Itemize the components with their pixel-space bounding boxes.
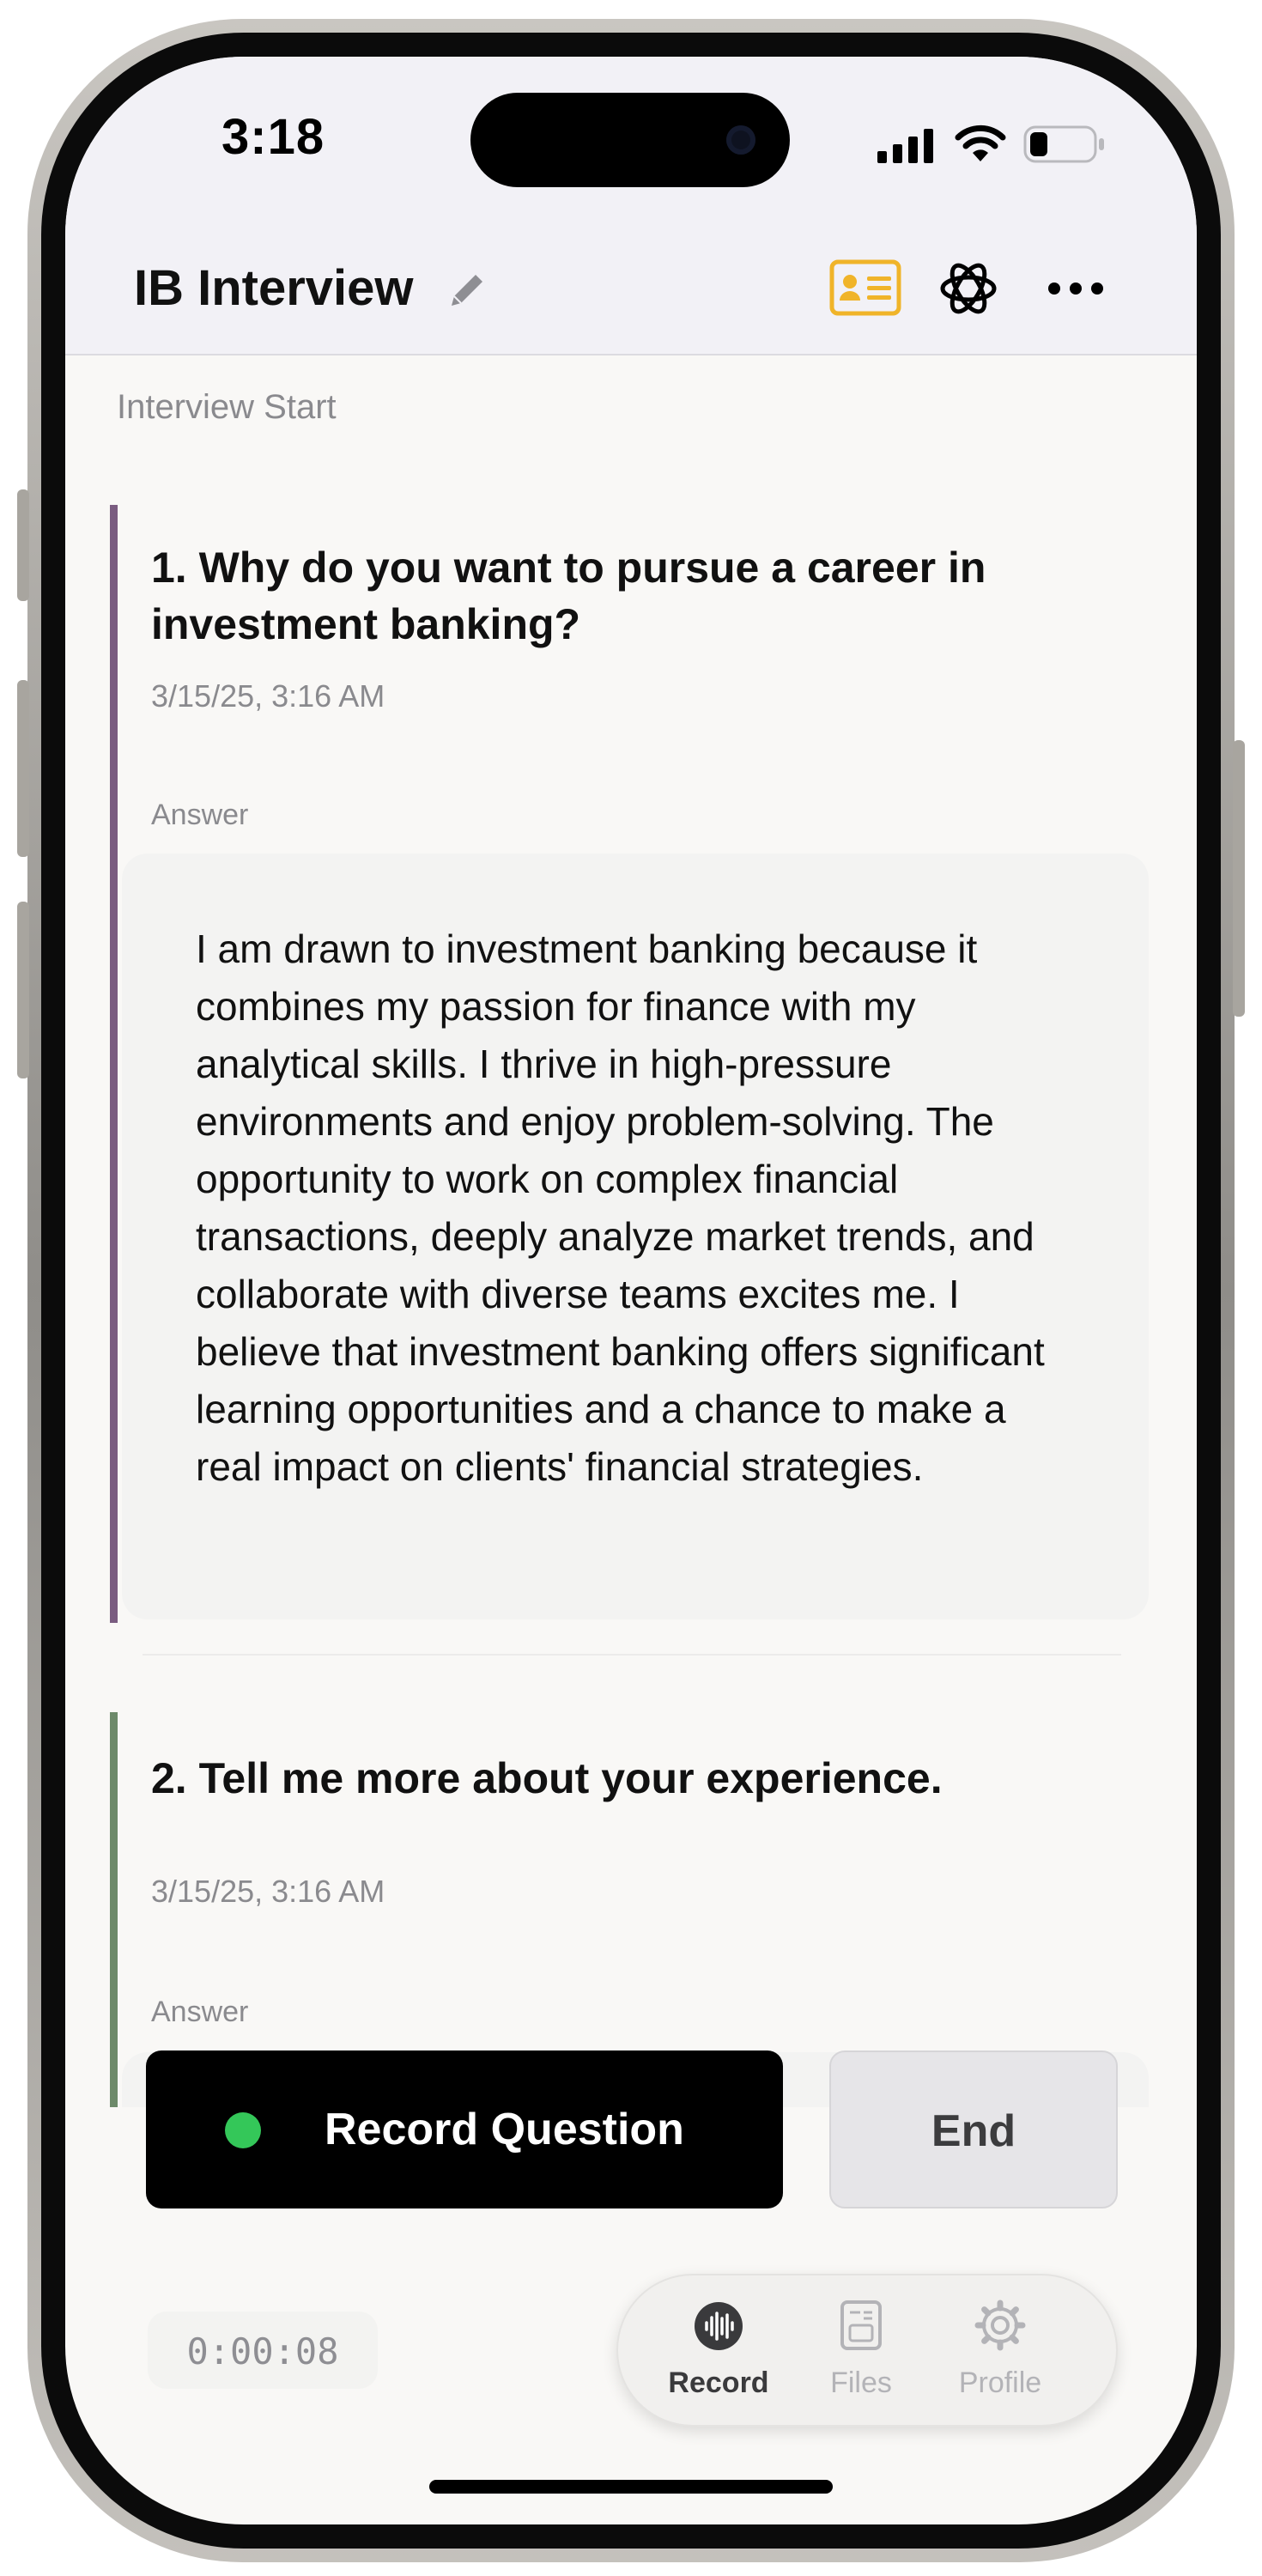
openai-logo-icon[interactable] xyxy=(937,258,999,319)
question-timestamp: 3/15/25, 3:16 AM xyxy=(151,678,385,714)
volume-up-button xyxy=(17,680,29,857)
answer-label: Answer xyxy=(151,1996,249,2028)
wifi-icon xyxy=(955,125,1006,161)
record-question-label: Record Question xyxy=(325,2105,684,2154)
volume-down-button xyxy=(17,902,29,1078)
tab-bar: Record Files Profile xyxy=(616,2274,1118,2427)
conversation-list[interactable]: Interview Start 1. Why do you want to pu… xyxy=(65,355,1197,2107)
battery-icon xyxy=(1023,125,1104,163)
page-title: IB Interview xyxy=(134,260,414,316)
answer-card: I am drawn to investment banking because… xyxy=(122,854,1149,1619)
question-accent-bar xyxy=(110,505,118,1623)
answer-text: I am drawn to investment banking because… xyxy=(196,927,1045,1489)
question-timestamp: 3/15/25, 3:16 AM xyxy=(151,1874,385,1909)
elapsed-time-text: 0:00:08 xyxy=(186,2330,339,2372)
power-button xyxy=(1233,740,1245,1017)
elapsed-timer: 0:00:08 xyxy=(148,2312,378,2389)
tab-profile-label: Profile xyxy=(958,2366,1042,2399)
waveform-icon xyxy=(695,2302,743,2350)
interview-start-label: Interview Start xyxy=(117,388,337,426)
tab-files-label: Files xyxy=(830,2366,892,2399)
question-title: 2. Tell me more about your experience. xyxy=(151,1754,943,1802)
record-question-button[interactable]: Record Question xyxy=(146,2050,783,2208)
section-divider xyxy=(143,1654,1121,1656)
gear-icon xyxy=(974,2300,1026,2351)
tab-profile[interactable]: Profile xyxy=(934,2298,1066,2406)
app-screen: 3:18 IB Interview Interview Start 1. Why… xyxy=(65,57,1197,2524)
end-button-label: End xyxy=(931,2106,1016,2156)
status-time: 3:18 xyxy=(221,109,325,165)
signal-icon xyxy=(877,129,933,163)
contact-card-icon[interactable] xyxy=(829,259,901,316)
tab-record-label: Record xyxy=(668,2366,769,2399)
record-status-dot xyxy=(225,2112,261,2148)
action-button xyxy=(17,489,29,601)
answer-label: Answer xyxy=(151,799,249,831)
question-title: 1. Why do you want to pursue a career in… xyxy=(151,544,986,648)
front-camera xyxy=(726,125,755,155)
edit-pencil-icon[interactable] xyxy=(443,266,491,314)
top-bar: 3:18 IB Interview xyxy=(65,57,1197,355)
tab-record[interactable]: Record xyxy=(652,2298,785,2406)
end-button[interactable]: End xyxy=(829,2050,1118,2208)
tab-files[interactable]: Files xyxy=(795,2298,927,2406)
question-accent-bar xyxy=(110,1712,118,2107)
home-indicator[interactable] xyxy=(429,2480,833,2494)
document-icon xyxy=(840,2300,882,2350)
more-options-icon[interactable] xyxy=(1046,278,1106,299)
